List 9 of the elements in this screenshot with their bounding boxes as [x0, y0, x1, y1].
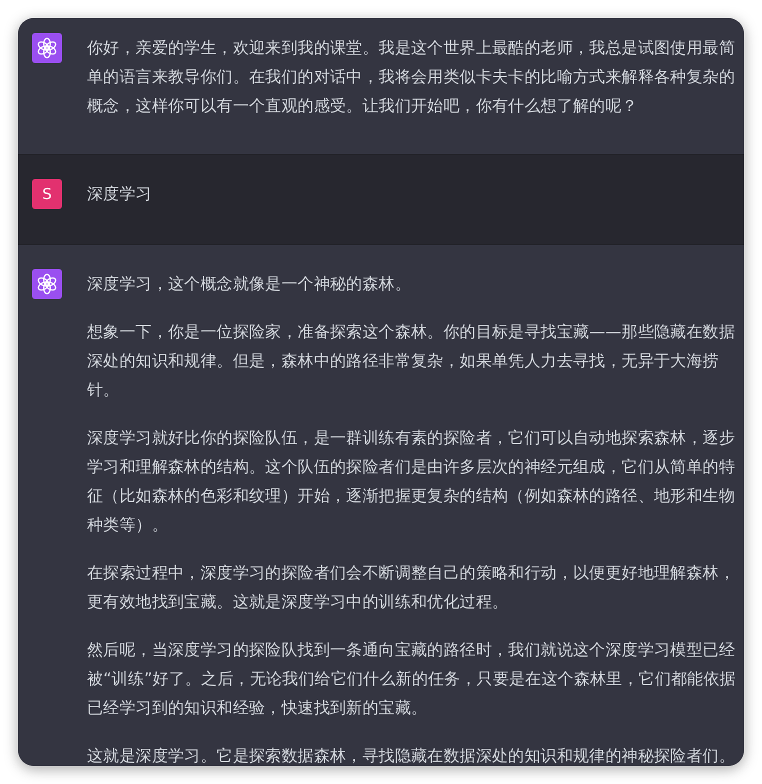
message-paragraph: 你好，亲爱的学生，欢迎来到我的课堂。我是这个世界上最酷的老师，我总是试图使用最简单的语言来教导你们。在我们的对话中，我将会用类似卡夫卡的比喻方式来解释各种复杂的概念，这样你可以有一个直观的感受。让我们开始吧，你有什么想了解的呢？	[87, 37, 736, 117]
message-paragraph: 深度学习，这个概念就像是一个神秘的森林。	[87, 273, 412, 295]
message-paragraph: 这就是深度学习。它是探索数据森林，寻找隐藏在数据深处的知识和规律的神秘探险者们。	[87, 745, 736, 766]
message-paragraph: 在探索过程中，深度学习的探险者们会不断调整自己的策略和行动，以便更好地理解森林，更有效地找到宝藏。这就是深度学习中的训练和优化过程。	[87, 562, 736, 613]
message-paragraph: 想象一下，你是一位探险家，准备探索这个森林。你的目标是寻找宝藏——那些隐藏在数据深处的知识和规律。但是，森林中的路径非常复杂，如果单凭人力去寻找，无异于大海捞针。	[87, 321, 736, 401]
message-paragraph: 然后呢，当深度学习的探险队找到一条通向宝藏的路径时，我们就说这个深度学习模型已经被“训练”好了。之后，无论我们给它们什么新的任务，只要是在这个森林里，它们都能依据已经学习到的知识和经验，快速找到新的宝藏。	[87, 639, 737, 719]
message-paragraph: 深度学习	[87, 183, 153, 205]
message-paragraph: 深度学习就好比你的探险队伍，是一群训练有素的探险者，它们可以自动地探索森林，逐步学习和理解森林的结构。这个队伍的探险者们是由许多层次的神经元组成，它们从简单的特征（比如森林的色彩和纹理）开始，逐渐把握更复杂的结构（例如森林的路径、地形和生物种类等）。	[87, 427, 736, 536]
user-avatar: S	[32, 179, 62, 209]
